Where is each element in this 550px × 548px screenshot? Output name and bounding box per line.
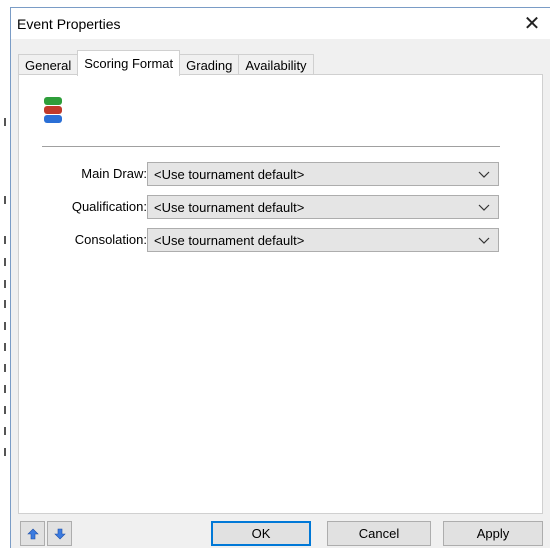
event-properties-dialog: Event Properties ✕ General Scoring Forma… [10, 7, 550, 548]
background-window-edge [0, 0, 10, 548]
tab-label: Availability [245, 57, 307, 73]
tab-strip: General Scoring Format Grading Availabil… [18, 50, 314, 76]
consolation-row: Consolation: <Use tournament default> [19, 228, 544, 252]
edge-mark [4, 427, 6, 435]
main-draw-label: Main Draw: [81, 166, 147, 181]
close-button[interactable]: ✕ [514, 8, 550, 38]
main-draw-row: Main Draw: <Use tournament default> [19, 162, 544, 186]
select-value: <Use tournament default> [154, 200, 305, 215]
edge-mark [4, 236, 6, 244]
edge-mark [4, 322, 6, 330]
qualification-row: Qualification: <Use tournament default> [19, 195, 544, 219]
edge-mark [4, 343, 6, 351]
qualification-label: Qualification: [71, 199, 147, 214]
tab-scoring-format[interactable]: Scoring Format [77, 50, 181, 76]
edge-mark [4, 448, 6, 456]
move-up-button[interactable] [20, 521, 45, 546]
edge-mark [4, 300, 6, 308]
cancel-label: Cancel [358, 526, 400, 541]
close-icon: ✕ [523, 12, 541, 35]
title-bar[interactable]: Event Properties ✕ [11, 8, 550, 39]
consolation-label: Consolation: [74, 232, 147, 247]
edge-mark [4, 118, 6, 126]
consolation-select[interactable]: <Use tournament default> [147, 228, 499, 252]
scoring-format-panel: Main Draw: <Use tournament default> Qual… [18, 74, 543, 514]
edge-mark [4, 258, 6, 266]
chevron-down-icon [478, 204, 490, 211]
edge-mark [4, 196, 6, 204]
ok-label: OK [251, 526, 271, 541]
move-down-button[interactable] [47, 521, 72, 546]
cancel-button[interactable]: Cancel [327, 521, 431, 546]
qualification-select[interactable]: <Use tournament default> [147, 195, 499, 219]
stack-layers-icon [44, 97, 62, 125]
arrow-up-icon [26, 528, 39, 539]
dialog-title: Event Properties [17, 16, 121, 32]
tab-label: Grading [186, 57, 233, 73]
edge-mark [4, 406, 6, 414]
chevron-down-icon [478, 171, 490, 178]
select-value: <Use tournament default> [154, 167, 305, 182]
apply-button[interactable]: Apply [443, 521, 543, 546]
tab-availability[interactable]: Availability [238, 54, 314, 75]
blue-layer [44, 115, 62, 123]
apply-label: Apply [476, 526, 510, 541]
chevron-down-icon [478, 237, 490, 244]
tab-label: Scoring Format [84, 56, 174, 71]
edge-mark [4, 280, 6, 288]
main-draw-select[interactable]: <Use tournament default> [147, 162, 499, 186]
red-layer [44, 106, 62, 114]
tab-grading[interactable]: Grading [179, 54, 240, 75]
edge-mark [4, 385, 6, 393]
ok-button[interactable]: OK [211, 521, 311, 546]
tab-label: General [25, 57, 72, 73]
arrow-down-icon [53, 528, 66, 539]
green-layer [44, 97, 62, 105]
tab-general[interactable]: General [18, 54, 79, 75]
edge-mark [4, 364, 6, 372]
separator-line [42, 146, 500, 148]
select-value: <Use tournament default> [154, 233, 305, 248]
